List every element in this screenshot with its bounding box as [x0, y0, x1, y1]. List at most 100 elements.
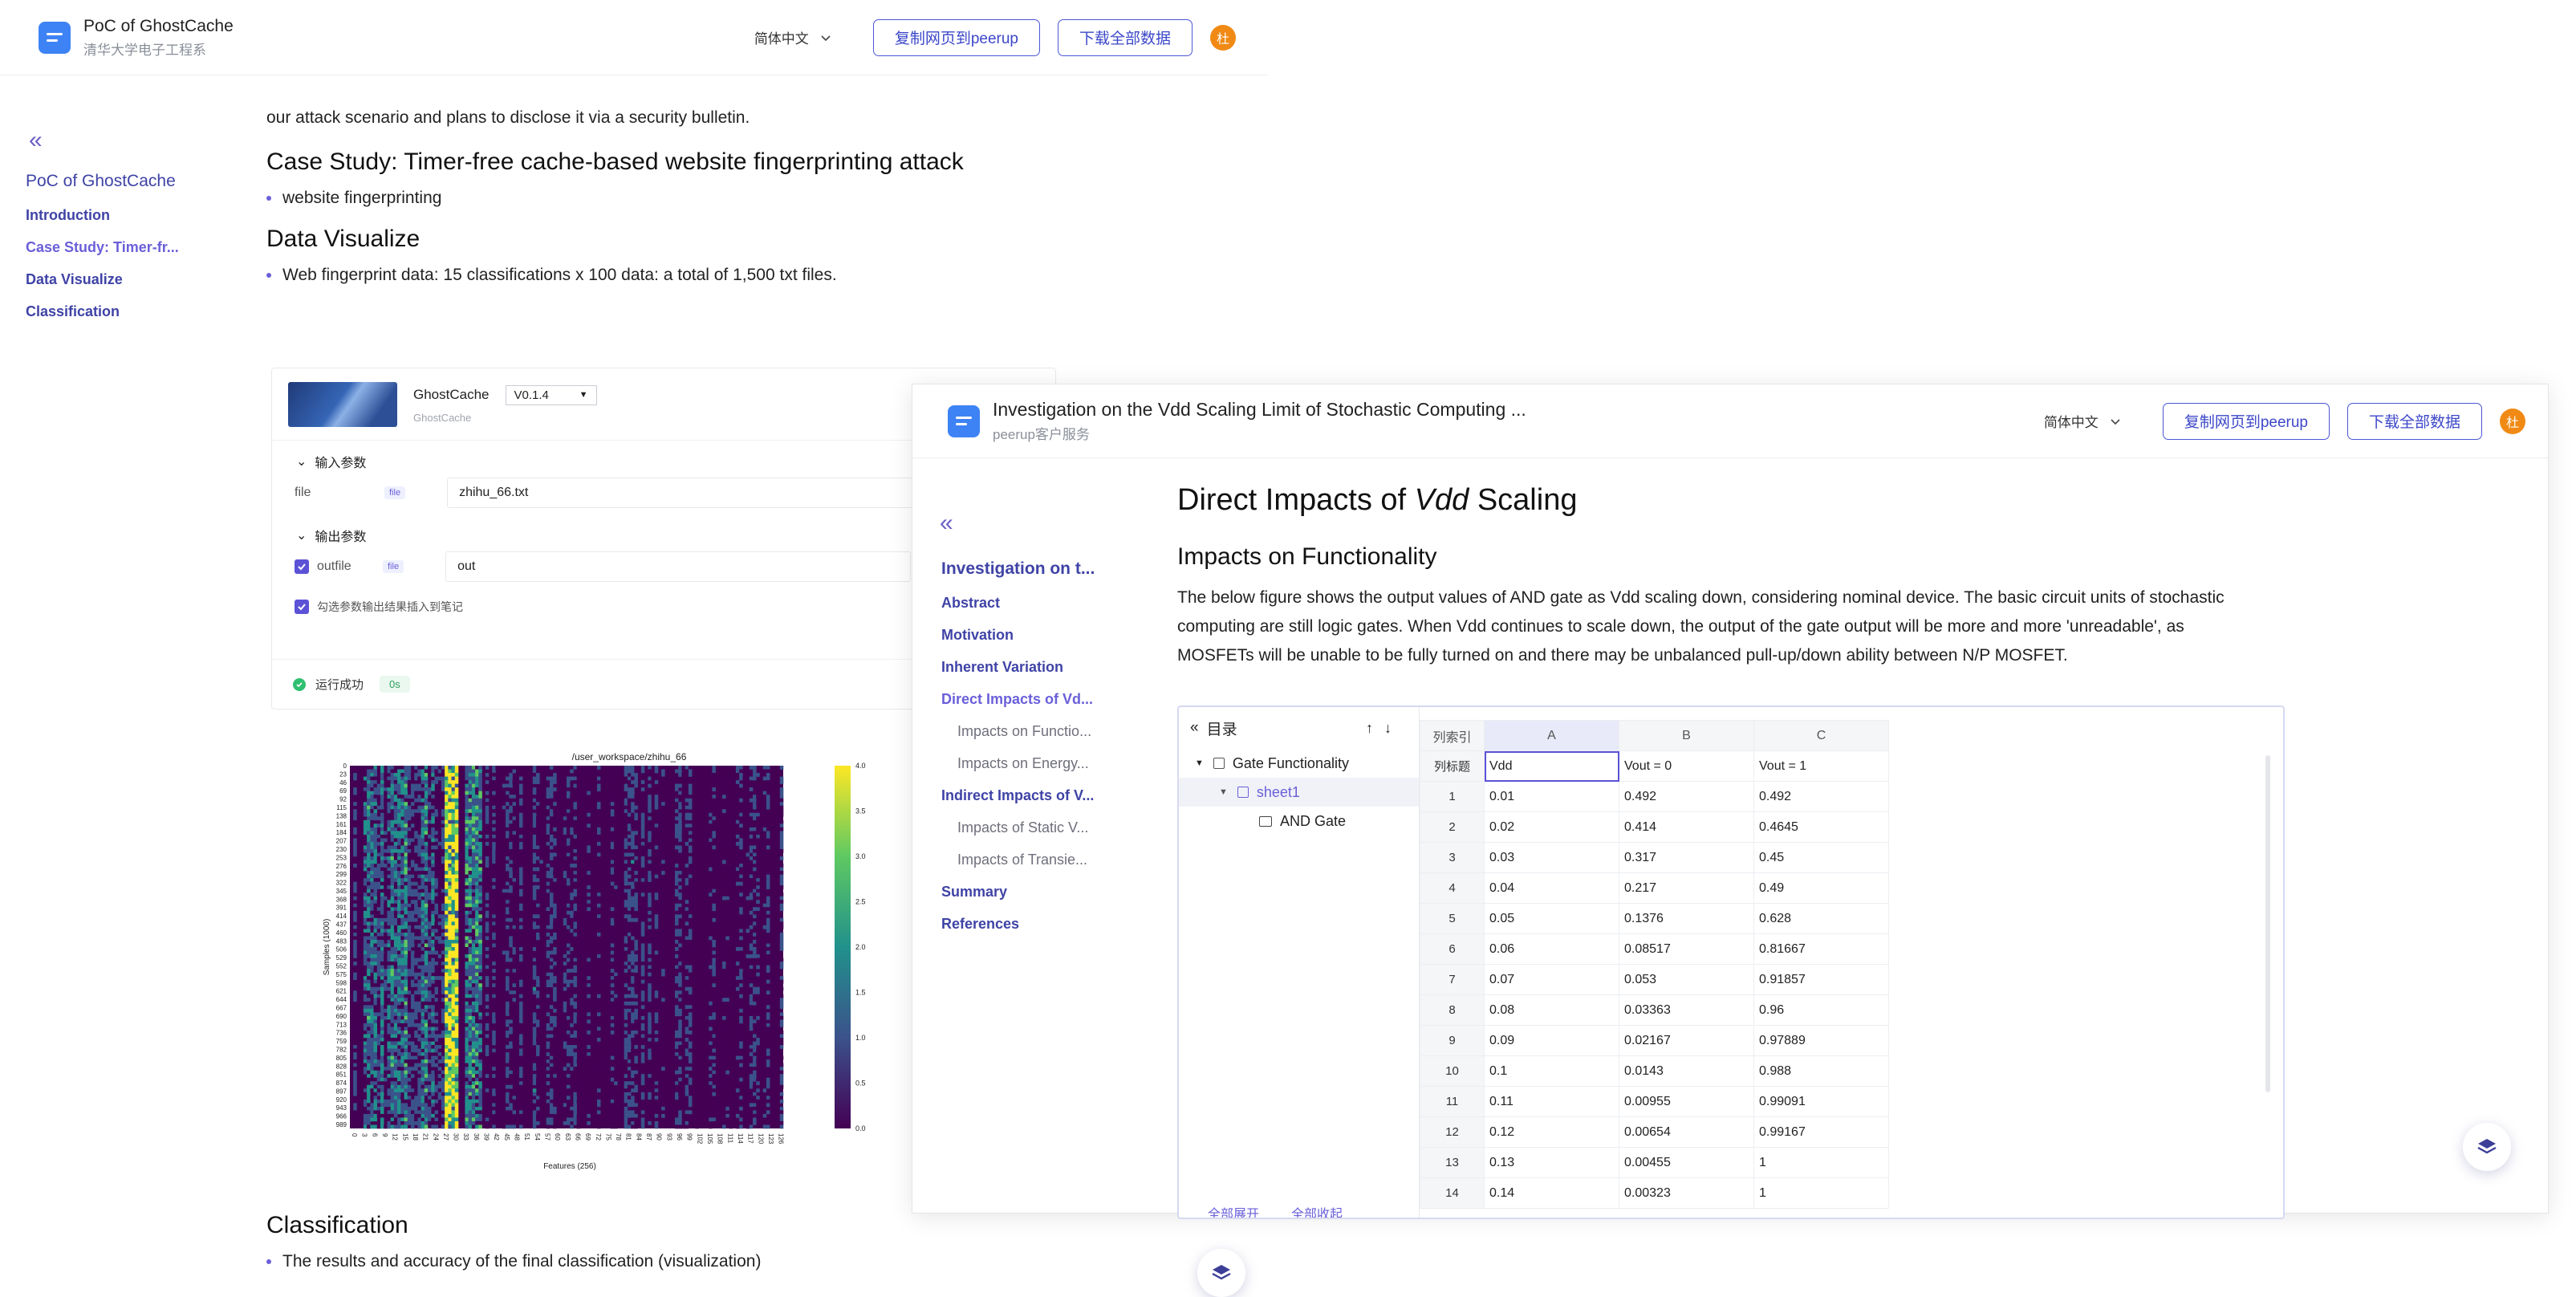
- heatmap-cell: [509, 936, 513, 941]
- heatmap-cell: [363, 1103, 368, 1108]
- heatmap-cell: [624, 1048, 628, 1053]
- heatmap-cell: [532, 1001, 537, 1006]
- heatmap-cell: [675, 874, 679, 879]
- heatmap-cell: [353, 1110, 357, 1115]
- heatmap-cell: [434, 1084, 438, 1089]
- copy-to-peerup-button[interactable]: 复制网页到peerup: [872, 18, 1040, 56]
- heatmap-cell: [567, 1038, 571, 1042]
- heatmap-cell: [437, 939, 442, 944]
- heatmap-cell: [492, 766, 496, 770]
- heatmap-cell: [475, 936, 479, 941]
- heatmap-cell: [678, 958, 682, 962]
- heatmap-cell: [370, 1113, 374, 1118]
- heatmap-cell: [421, 929, 425, 933]
- heatmap-cell: [410, 1103, 415, 1108]
- heatmap-cell: [596, 834, 601, 839]
- heatmap-cell: [373, 986, 378, 991]
- heatmap-cell: [518, 856, 523, 860]
- heatmap-cell: [448, 888, 452, 893]
- heatmap-cell: [407, 834, 412, 839]
- heatmap-cell: [400, 972, 404, 977]
- heatmap-cell: [610, 1099, 615, 1104]
- heatmap-cell: [417, 943, 421, 948]
- heatmap-cell: [445, 917, 449, 922]
- heatmap-cell: [563, 1038, 567, 1042]
- heatmap-cell: [654, 925, 659, 929]
- heatmap-cell: [393, 874, 398, 879]
- outfile-input[interactable]: out: [445, 551, 912, 582]
- heatmap-cell: [373, 1027, 378, 1031]
- heatmap-cell: [506, 1030, 510, 1035]
- heatmap-cell: [536, 994, 540, 998]
- heatmap-cell: [465, 990, 469, 995]
- heatmap-cell: [448, 921, 452, 926]
- heatmap-cell: [384, 852, 388, 857]
- heatmap-cell: [431, 1103, 435, 1108]
- heatmap-cell: [445, 812, 449, 817]
- heatmap-cell: [471, 998, 476, 1002]
- heatmap-cell: [681, 773, 685, 777]
- avatar[interactable]: 杜: [1210, 24, 1236, 51]
- sidebar-item-case-study[interactable]: Case Study: Timer-fr...: [26, 239, 179, 256]
- heatmap-cell: [451, 776, 456, 781]
- sidebar-item-data-visualize[interactable]: Data Visualize: [26, 271, 179, 288]
- heatmap-cell: [393, 845, 398, 850]
- heatmap-cell: [465, 864, 469, 868]
- heatmap-cell: [441, 812, 445, 817]
- heatmap-cell: [431, 1124, 435, 1129]
- heatmap-cell: [515, 1052, 520, 1056]
- heatmap-cell: [451, 1059, 456, 1063]
- sidebar-title[interactable]: PoC of GhostCache: [26, 172, 179, 191]
- heatmap-cell: [536, 907, 540, 912]
- sidebar-item-introduction[interactable]: Introduction: [26, 207, 179, 224]
- heatmap-cell: [370, 950, 374, 955]
- heatmap-cell: [515, 950, 520, 955]
- heatmap-cell: [454, 1084, 459, 1089]
- heatmap-cell: [380, 864, 384, 868]
- heatmap-cell: [407, 783, 412, 788]
- heatmap-cell: [631, 900, 635, 905]
- heatmap-cell: [624, 936, 628, 941]
- heatmap-cell: [353, 888, 357, 893]
- heatmap-cell: [363, 864, 368, 868]
- heatmap-cell: [576, 1081, 581, 1086]
- heatmap-cell: [387, 936, 391, 941]
- heatmap-cell: [448, 1084, 452, 1089]
- heatmap-cell: [367, 823, 371, 828]
- heatmap-cell: [445, 1081, 449, 1086]
- heatmap-cell: [380, 798, 384, 803]
- heatmap-cell: [465, 860, 469, 864]
- collapse-sidebar-icon[interactable]: «: [29, 128, 43, 152]
- heatmap-cell: [506, 848, 510, 853]
- heatmap-cell: [370, 1008, 374, 1013]
- heatmap-cell: [410, 950, 415, 955]
- heatmap-cell: [567, 892, 571, 897]
- heatmap-cell: [475, 929, 479, 933]
- file-input[interactable]: zhihu_66.txt: [447, 478, 913, 508]
- heatmap-cell: [390, 965, 395, 970]
- heatmap-cell: [448, 1001, 452, 1006]
- heatmap-cell: [414, 990, 418, 995]
- outfile-checkbox[interactable]: [295, 559, 309, 574]
- download-all-button[interactable]: 下载全部数据: [1057, 18, 1193, 56]
- heatmap-cell: [407, 841, 412, 846]
- heatmap-cell: [614, 900, 618, 905]
- heatmap-cell: [448, 943, 452, 948]
- heatmap-cell: [387, 802, 391, 807]
- heatmap-cell: [563, 871, 567, 875]
- heatmap-cell: [363, 998, 368, 1002]
- heatmap-cell: [570, 776, 574, 781]
- version-select[interactable]: V0.1.4 ▼: [505, 384, 597, 405]
- heatmap-cell: [610, 1088, 615, 1093]
- heatmap-cell: [397, 1041, 401, 1046]
- heatmap-cell: [631, 812, 635, 817]
- sidebar-item-classification[interactable]: Classification: [26, 303, 179, 320]
- insert-checkbox[interactable]: [295, 600, 309, 614]
- heatmap-cell: [367, 841, 371, 846]
- heatmap-cell: [546, 823, 551, 828]
- heatmap-cell: [502, 929, 506, 933]
- heatmap-cell: [424, 845, 429, 850]
- heatmap-cell: [468, 1063, 473, 1067]
- language-select[interactable]: 简体中文: [754, 27, 831, 47]
- heatmap-cell: [400, 990, 404, 995]
